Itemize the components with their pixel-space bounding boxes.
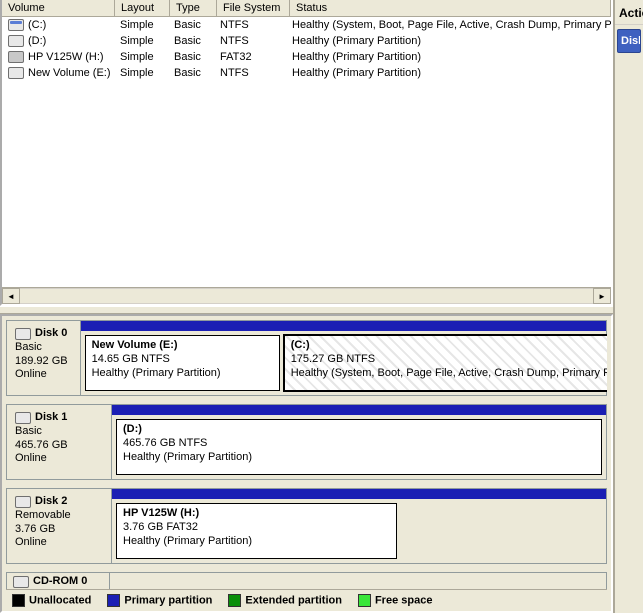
partition-status: Healthy (Primary Partition) (92, 367, 273, 381)
legend-free: Free space (358, 594, 432, 607)
col-status[interactable]: Status (290, 0, 611, 16)
disk-row[interactable]: Disk 2Removable3.76 GBOnlineHP V125W (H:… (6, 488, 607, 564)
legend-primary: Primary partition (107, 594, 212, 607)
pane-splitter[interactable] (0, 306, 613, 314)
volume-name: HP V125W (H:) (28, 51, 104, 63)
cdrom-icon (13, 576, 29, 588)
partition-size: 14.65 GB NTFS (92, 353, 170, 365)
drive-icon (8, 19, 24, 31)
disk-title: Disk 0 (35, 327, 67, 341)
partition-title: (C:) (291, 339, 310, 351)
disk-size: 465.76 GB (15, 439, 105, 453)
volume-fs: NTFS (214, 18, 286, 32)
volume-row[interactable]: (C:) SimpleBasicNTFSHealthy (System, Boot… (2, 17, 611, 33)
volume-type: Basic (168, 50, 214, 64)
partition-size: 465.76 GB NTFS (123, 437, 207, 449)
volume-layout: Simple (114, 66, 168, 80)
disk-color-bar (81, 321, 606, 331)
partition[interactable]: HP V125W (H:) 3.76 GB FAT32 Healthy (Prima… (116, 503, 397, 559)
volume-name: New Volume (E:) (28, 67, 111, 79)
disk-state: Online (15, 368, 74, 382)
drive-icon (8, 67, 24, 79)
disk-meta: Disk 1Basic465.76 GBOnline (7, 405, 112, 479)
actions-disk-management[interactable]: Disk Management (617, 29, 641, 53)
volume-layout: Simple (114, 50, 168, 64)
partition-title: (D:) (123, 423, 142, 435)
disk-kind: Basic (15, 425, 105, 439)
volume-type: Basic (168, 34, 214, 48)
scroll-left-button[interactable]: ◄ (2, 288, 20, 304)
volume-status: Healthy (Primary Partition) (286, 50, 611, 64)
volume-list-hscroll[interactable]: ◄ ► (2, 287, 611, 304)
disk-color-bar (112, 489, 606, 499)
cdrom-title: CD-ROM 0 (33, 575, 87, 589)
scroll-right-button[interactable]: ► (593, 288, 611, 304)
disk-row[interactable]: Disk 0Basic189.92 GBOnlineNew Volume (E:… (6, 320, 607, 396)
legend-extended: Extended partition (228, 594, 342, 607)
actions-header: Actions (615, 0, 643, 25)
volume-name: (C:) (28, 19, 46, 31)
disk-kind: Removable (15, 509, 105, 523)
volume-list-header: Volume Layout Type File System Status (2, 0, 611, 17)
volume-layout: Simple (114, 34, 168, 48)
disk-meta: Disk 0Basic189.92 GBOnline (7, 321, 81, 395)
partition-status: Healthy (Primary Partition) (123, 451, 595, 465)
disk-icon (15, 328, 31, 340)
disk-state: Online (15, 536, 105, 550)
volume-fs: NTFS (214, 34, 286, 48)
drive-icon (8, 35, 24, 47)
volume-row[interactable]: New Volume (E:)SimpleBasicNTFSHealthy (P… (2, 65, 611, 81)
volume-fs: NTFS (214, 66, 286, 80)
disk-state: Online (15, 452, 105, 466)
disk-size: 189.92 GB (15, 355, 74, 369)
disk-kind: Basic (15, 341, 74, 355)
col-filesystem[interactable]: File System (217, 0, 290, 16)
partition-title: HP V125W (H:) (123, 507, 199, 519)
partition[interactable]: New Volume (E:) 14.65 GB NTFS Healthy (Pri… (85, 335, 280, 391)
disk-row[interactable]: Disk 1Basic465.76 GBOnline (D:) 465.76 GB … (6, 404, 607, 480)
partition-size: 3.76 GB FAT32 (123, 521, 198, 533)
volume-name: (D:) (28, 35, 46, 47)
volume-status: Healthy (System, Boot, Page File, Active… (286, 18, 611, 32)
disk-title: Disk 2 (35, 495, 67, 509)
legend-unallocated: Unallocated (12, 594, 91, 607)
cdrom-row[interactable]: CD-ROM 0 (6, 572, 607, 589)
partition[interactable]: (D:) 465.76 GB NTFS Healthy (Primary Parti… (116, 419, 602, 475)
col-type[interactable]: Type (170, 0, 217, 16)
volume-status: Healthy (Primary Partition) (286, 34, 611, 48)
partition-size: 175.27 GB NTFS (291, 353, 375, 365)
partition[interactable]: (C:) 175.27 GB NTFS Healthy (System, Boot,… (284, 335, 607, 391)
volume-layout: Simple (114, 18, 168, 32)
partition-status: Healthy (System, Boot, Page File, Active… (291, 367, 607, 381)
volume-row[interactable]: (D:) SimpleBasicNTFSHealthy (Primary Part… (2, 33, 611, 49)
scroll-track[interactable] (20, 288, 593, 304)
volume-row[interactable]: HP V125W (H:) SimpleBasicFAT32Healthy (Pr… (2, 49, 611, 65)
disk-icon (15, 496, 31, 508)
partition-status: Healthy (Primary Partition) (123, 535, 390, 549)
drive-icon (8, 51, 24, 63)
volume-list: Volume Layout Type File System Status (C… (0, 0, 613, 306)
disk-title: Disk 1 (35, 411, 67, 425)
volume-status: Healthy (Primary Partition) (286, 66, 611, 80)
volume-type: Basic (168, 18, 214, 32)
disk-meta: Disk 2Removable3.76 GBOnline (7, 489, 112, 563)
col-volume[interactable]: Volume (2, 0, 115, 16)
actions-pane: Actions Disk Management (613, 0, 643, 613)
partition-title: New Volume (E:) (92, 339, 178, 351)
disk-color-bar (112, 405, 606, 415)
volume-fs: FAT32 (214, 50, 286, 64)
disk-icon (15, 412, 31, 424)
volume-type: Basic (168, 66, 214, 80)
col-layout[interactable]: Layout (115, 0, 170, 16)
disk-size: 3.76 GB (15, 523, 105, 537)
disk-graphical-pane: Disk 0Basic189.92 GBOnlineNew Volume (E:… (0, 314, 613, 613)
legend: Unallocated Primary partition Extended p… (6, 589, 607, 611)
